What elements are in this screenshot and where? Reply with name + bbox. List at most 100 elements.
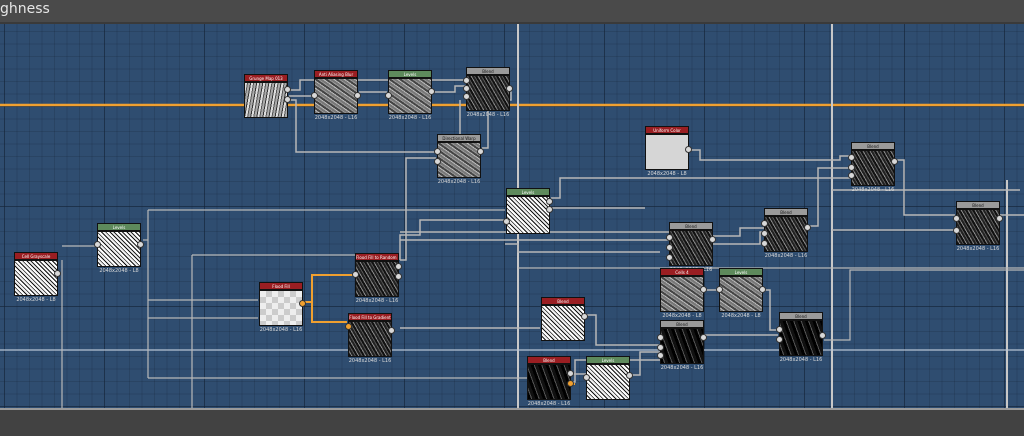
node-thumbnail [669, 230, 713, 266]
node-directional-warp[interactable]: Directional Warp 2048x2048 - L16 [434, 134, 484, 185]
wire [586, 314, 660, 346]
input-port[interactable] [434, 158, 441, 165]
node-blend-8[interactable]: Blend 2048x2048 - L16 [776, 312, 826, 363]
wire [505, 243, 660, 253]
node-blend-4[interactable]: Blend 2048x2048 - L16 [761, 208, 811, 259]
input-port[interactable] [761, 240, 768, 247]
node-flood-fill-to-random-grayscale[interactable]: Flood Fill to Random Gr... 2048x2048 - L… [352, 253, 402, 304]
wire [432, 85, 466, 93]
output-port[interactable] [996, 215, 1003, 222]
node-header: Uniform Color [645, 126, 689, 134]
output-port[interactable] [477, 148, 484, 155]
input-port[interactable] [311, 92, 318, 99]
input-port[interactable] [583, 374, 590, 381]
node-size-label: 2048x2048 - L16 [314, 115, 358, 121]
output-port[interactable] [546, 198, 553, 205]
node-flood-fill[interactable]: Flood Fill 2048x2048 - L16 [259, 282, 306, 333]
output-port[interactable] [506, 85, 513, 92]
input-port[interactable] [463, 93, 470, 100]
input-port[interactable] [94, 241, 101, 248]
output-port[interactable] [299, 300, 306, 307]
node-header: Anti Aliasing Blur [314, 70, 358, 78]
input-port[interactable] [953, 215, 960, 222]
node-uniform-color[interactable]: Uniform Color 2048x2048 - L8 [645, 126, 692, 177]
node-header: Cell Grayscale [14, 252, 58, 260]
node-size-label: 2048x2048 - L8 [721, 313, 761, 319]
output-port[interactable] [354, 92, 361, 99]
node-graph-canvas[interactable]: Grunge Map 013 Anti Aliasing Blur 2048x2… [0, 0, 1024, 434]
output-port[interactable] [395, 273, 402, 280]
input-port[interactable] [761, 220, 768, 227]
node-thumbnail [506, 196, 550, 234]
input-port[interactable] [463, 77, 470, 84]
node-blend[interactable]: Blend 2048x2048 - L16 [463, 67, 513, 118]
output-port[interactable] [819, 332, 826, 339]
node-cells-4[interactable]: Cells 4 2048x2048 - L8 [660, 268, 707, 319]
input-port[interactable] [352, 271, 359, 278]
output-port[interactable] [804, 224, 811, 231]
output-port[interactable] [388, 327, 395, 334]
node-flood-fill-to-gradient[interactable]: Flood Fill to Gradient 2048x2048 - L16 [345, 313, 395, 364]
node-levels-3[interactable]: Levels 2048x2048 - L8 [716, 268, 766, 319]
input-port[interactable] [666, 254, 673, 261]
input-port[interactable] [385, 92, 392, 99]
node-thumbnail [437, 142, 481, 178]
input-port[interactable] [848, 164, 855, 171]
node-anti-aliasing-blur[interactable]: Anti Aliasing Blur 2048x2048 - L16 [311, 70, 361, 121]
node-levels-4[interactable]: Levels [583, 356, 633, 400]
input-port[interactable] [666, 244, 673, 251]
node-blend-5[interactable]: Blend 2048x2048 - L16 [666, 222, 716, 273]
input-port[interactable] [953, 227, 960, 234]
output-port[interactable] [395, 263, 402, 270]
output-port[interactable] [284, 86, 291, 93]
wire [824, 269, 1024, 341]
node-levels-2[interactable]: Levels [503, 188, 553, 234]
input-port[interactable] [434, 148, 441, 155]
output-port[interactable] [685, 146, 692, 153]
output-port[interactable] [709, 236, 716, 243]
node-cell-grayscale[interactable]: Cell Grayscale 2048x2048 - L8 [14, 252, 61, 303]
node-size-label: 2048x2048 - L16 [660, 365, 704, 371]
output-port[interactable] [891, 158, 898, 165]
input-port[interactable] [776, 326, 783, 333]
output-port[interactable] [567, 370, 574, 377]
input-port[interactable] [848, 154, 855, 161]
input-port[interactable] [657, 334, 664, 341]
input-port[interactable] [848, 172, 855, 179]
output-port[interactable] [284, 96, 291, 103]
output-port[interactable] [54, 270, 61, 277]
output-port[interactable] [700, 334, 707, 341]
node-blend-9[interactable]: Blend 2048x2048 - L16 [527, 356, 574, 407]
node-blend-2[interactable]: Blend 2048x2048 - L16 [848, 142, 898, 193]
output-port[interactable] [546, 206, 553, 213]
node-size-label: 2048x2048 - L16 [764, 253, 808, 259]
output-port[interactable] [759, 286, 766, 293]
output-port[interactable] [137, 241, 144, 248]
node-size-label: 2048x2048 - L8 [16, 297, 56, 303]
node-thumbnail [719, 276, 763, 312]
node-grunge-map[interactable]: Grunge Map 013 [244, 74, 291, 118]
input-port[interactable] [657, 352, 664, 359]
output-port[interactable] [581, 313, 588, 320]
node-size-label: 2048x2048 - L16 [388, 115, 432, 121]
output-port[interactable] [700, 286, 707, 293]
node-blend-7[interactable]: Blend 2048x2048 - L16 [657, 320, 707, 371]
input-port[interactable] [657, 344, 664, 351]
node-levels-5[interactable]: Levels 2048x2048 - L8 [94, 223, 144, 274]
output-port[interactable] [626, 372, 633, 379]
input-port[interactable] [716, 286, 723, 293]
node-thumbnail [466, 75, 510, 111]
input-port[interactable] [503, 218, 510, 225]
input-port[interactable] [345, 323, 352, 330]
input-port[interactable] [761, 230, 768, 237]
node-blend-6[interactable]: Blend [541, 297, 588, 341]
input-port[interactable] [776, 336, 783, 343]
input-port[interactable] [463, 85, 470, 92]
node-blend-3[interactable]: Blend 2048x2048 - L16 [953, 201, 1003, 252]
node-levels[interactable]: Levels 2048x2048 - L16 [385, 70, 435, 121]
node-size-label: 2048x2048 - L16 [348, 358, 392, 364]
node-thumbnail [660, 328, 704, 364]
output-port[interactable] [428, 88, 435, 95]
input-port[interactable] [666, 234, 673, 241]
output-port[interactable] [567, 380, 574, 387]
